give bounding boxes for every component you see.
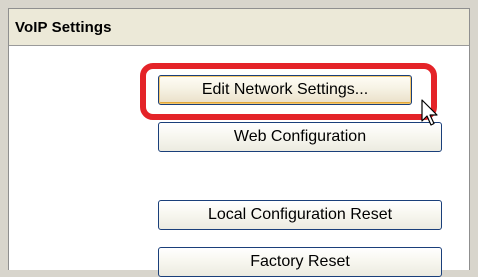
panel-title: VoIP Settings <box>15 19 112 36</box>
local-configuration-reset-button[interactable]: Local Configuration Reset <box>158 200 442 230</box>
edit-network-settings-button[interactable]: Edit Network Settings... <box>158 75 412 105</box>
web-configuration-button[interactable]: Web Configuration <box>158 122 442 152</box>
panel-header: VoIP Settings <box>9 9 469 46</box>
factory-reset-button[interactable]: Factory Reset <box>158 247 442 277</box>
